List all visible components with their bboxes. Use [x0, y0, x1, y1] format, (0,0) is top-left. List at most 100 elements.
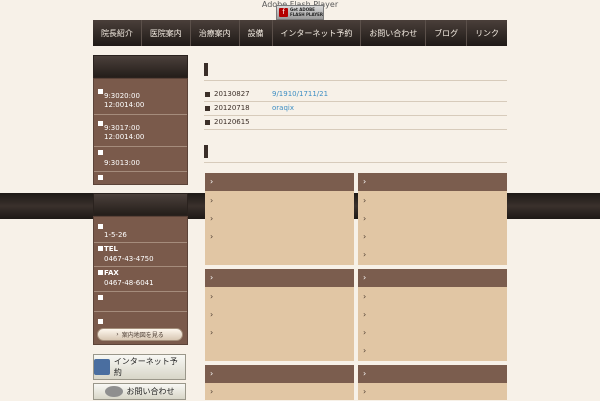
- category-link[interactable]: ›: [358, 228, 507, 246]
- chevron-right-icon: ›: [210, 328, 214, 337]
- info-header: [93, 193, 188, 216]
- news-row: 20130827 9/1910/1711/21: [204, 87, 507, 102]
- phone-icon: [104, 386, 123, 397]
- chevron-right-icon: ›: [210, 196, 214, 205]
- tel-label: TEL: [104, 245, 119, 253]
- divider: [204, 162, 507, 163]
- category-header[interactable]: ›: [205, 365, 354, 383]
- address-text: 1-5-26: [104, 231, 127, 239]
- category-link[interactable]: ›: [358, 324, 507, 342]
- divider: [94, 266, 187, 267]
- chevron-right-icon: ›: [210, 369, 214, 378]
- news-date: 20130827: [214, 90, 250, 98]
- category-header[interactable]: ›: [205, 173, 354, 191]
- nav-item-links[interactable]: リンク: [467, 20, 507, 46]
- news-heading-marker: [204, 63, 208, 76]
- category-panel: › › ›: [205, 287, 354, 361]
- category-link[interactable]: ›: [205, 324, 354, 342]
- contact-label: お問い合わせ: [126, 387, 175, 396]
- hours-box: 9:3020:00 12:0014:00 9:3017:00 12:0014:0…: [93, 78, 188, 185]
- chevron-right-icon: ›: [363, 310, 367, 319]
- bullet: [98, 270, 103, 275]
- divider: [94, 311, 187, 312]
- chevron-right-icon: ›: [210, 273, 214, 282]
- news-row: 20120615: [204, 115, 507, 130]
- nav-item-equipment[interactable]: 設備: [240, 20, 273, 46]
- bullet: [98, 150, 103, 155]
- info-box: 1-5-26 TEL 0467-43-4750 FAX 0467-48-6041: [93, 216, 188, 345]
- divider: [204, 80, 507, 81]
- category-link[interactable]: ›: [358, 210, 507, 228]
- category-link[interactable]: ›: [205, 228, 354, 246]
- news-link[interactable]: 9/1910/1711/21: [272, 90, 328, 98]
- category-panel: › › ›: [205, 191, 354, 265]
- bullet: [98, 175, 103, 180]
- bullet: [98, 295, 103, 300]
- category-link[interactable]: ›: [358, 383, 507, 401]
- category-link[interactable]: ›: [358, 288, 507, 306]
- category-link[interactable]: ›: [358, 246, 507, 264]
- category-link[interactable]: ›: [205, 288, 354, 306]
- chevron-right-icon: ›: [363, 232, 367, 241]
- nav-item-online-reservation[interactable]: インターネット予約: [273, 20, 362, 46]
- chevron-right-icon: ›: [363, 196, 367, 205]
- chevron-right-icon: ›: [210, 310, 214, 319]
- online-reservation-banner[interactable]: インターネット予約: [93, 354, 186, 380]
- bullet: [205, 106, 210, 111]
- online-reservation-label: インターネット予約: [113, 357, 178, 377]
- hours-text: 12:0014:00: [104, 133, 145, 141]
- treatment-heading-marker: [204, 145, 208, 158]
- chevron-right-icon: ›: [363, 369, 367, 378]
- view-map-label: 案内地図を見る: [121, 332, 164, 339]
- chevron-right-icon: ›: [210, 232, 214, 241]
- chevron-right-icon: ›: [363, 292, 367, 301]
- nav-item-treatment[interactable]: 治療案内: [191, 20, 240, 46]
- category-link[interactable]: ›: [358, 306, 507, 324]
- chevron-right-icon: ›: [363, 273, 367, 282]
- chevron-right-icon: ›: [210, 292, 214, 301]
- category-panel: ›: [205, 383, 354, 400]
- hours-text: 9:3017:00: [104, 124, 140, 132]
- contact-banner[interactable]: お問い合わせ: [93, 383, 186, 400]
- divider: [94, 291, 187, 292]
- category-header[interactable]: ›: [358, 365, 507, 383]
- chevron-right-icon: ›: [210, 177, 214, 186]
- category-panel: ›: [358, 383, 507, 400]
- nav-item-contact[interactable]: お問い合わせ: [361, 20, 427, 46]
- bullet: [98, 319, 103, 324]
- view-map-button[interactable]: › 案内地図を見る: [97, 328, 183, 341]
- chevron-right-icon: ›: [363, 387, 367, 396]
- category-link[interactable]: ›: [205, 192, 354, 210]
- category-link[interactable]: ›: [358, 192, 507, 210]
- flash-badge-text: Get ADOBE FLASH PLAYER: [290, 7, 323, 17]
- bullet: [98, 224, 103, 229]
- chevron-right-icon: ›: [363, 250, 367, 259]
- category-header[interactable]: ›: [358, 269, 507, 287]
- divider: [94, 146, 187, 147]
- category-link[interactable]: ›: [205, 306, 354, 324]
- category-header[interactable]: ›: [205, 269, 354, 287]
- hours-text: 9:3013:00: [104, 159, 140, 167]
- divider: [94, 114, 187, 115]
- chevron-right-icon: ›: [116, 331, 119, 338]
- chevron-right-icon: ›: [363, 177, 367, 186]
- bullet: [205, 92, 210, 97]
- nav-item-clinic[interactable]: 医院案内: [142, 20, 191, 46]
- flash-icon: f: [279, 8, 288, 17]
- nav-item-director[interactable]: 院長紹介: [93, 20, 142, 46]
- category-link[interactable]: ›: [358, 342, 507, 360]
- main-navigation: 院長紹介 医院案内 治療案内 設備 インターネット予約 お問い合わせ ブログ リ…: [93, 20, 507, 46]
- computer-icon: [94, 359, 110, 375]
- nav-item-blog[interactable]: ブログ: [426, 20, 468, 46]
- category-link[interactable]: ›: [205, 210, 354, 228]
- divider: [94, 171, 187, 172]
- category-header[interactable]: ›: [358, 173, 507, 191]
- news-link[interactable]: oraqix: [272, 104, 294, 112]
- get-flash-player-badge[interactable]: f Get ADOBE FLASH PLAYER: [276, 5, 324, 20]
- bullet: [98, 89, 103, 94]
- tel-number[interactable]: 0467-43-4750: [104, 255, 154, 264]
- category-link[interactable]: ›: [205, 383, 354, 401]
- bullet: [98, 246, 103, 251]
- divider: [94, 242, 187, 243]
- hours-text: 12:0014:00: [104, 101, 145, 109]
